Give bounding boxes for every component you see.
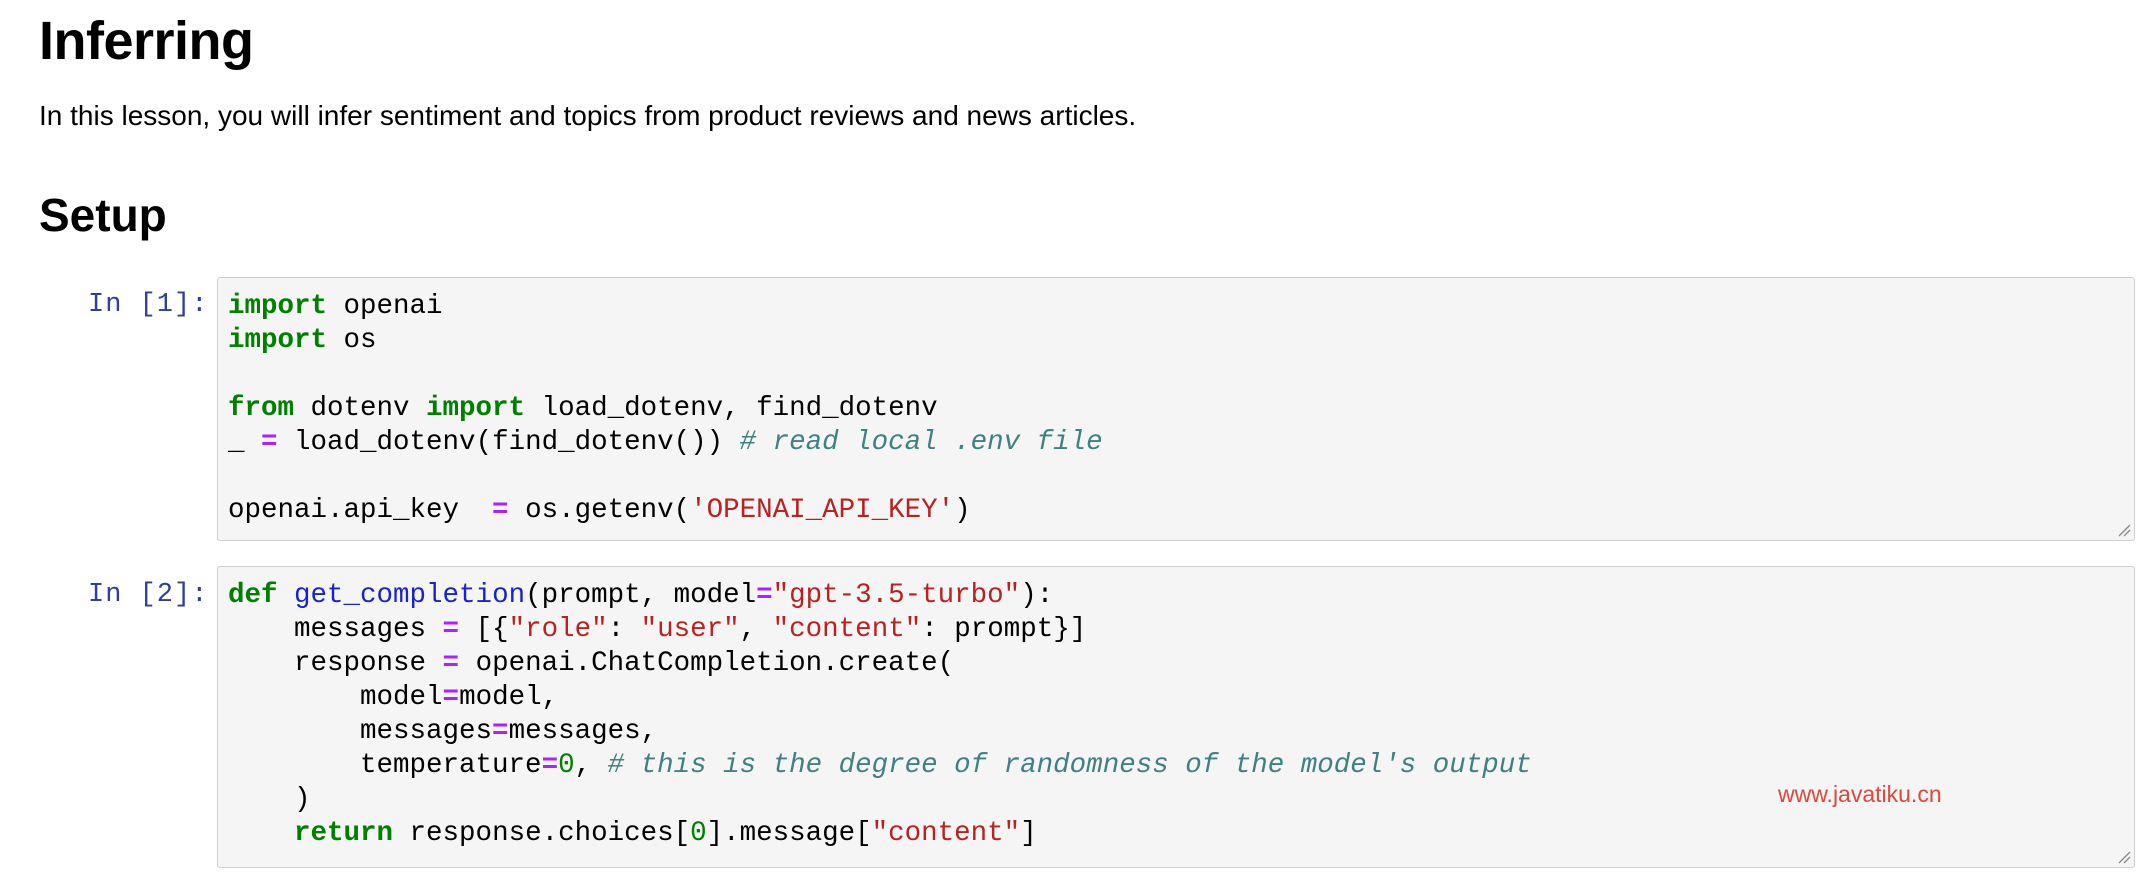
watermark: www.javatiku.cn bbox=[1778, 781, 1942, 807]
code-editor-2[interactable]: def get_completion(prompt, model="gpt-3.… bbox=[228, 579, 1532, 851]
page-title: Inferring bbox=[39, 11, 254, 71]
code-cell-2[interactable]: def get_completion(prompt, model="gpt-3.… bbox=[217, 566, 2135, 868]
code-editor-1[interactable]: import openai import os from dotenv impo… bbox=[228, 290, 1103, 528]
code-line: messages = [{"role": "user", "content": … bbox=[228, 614, 1087, 645]
code-cell-1[interactable]: import openai import os from dotenv impo… bbox=[217, 277, 2135, 541]
section-heading-setup: Setup bbox=[39, 189, 167, 241]
lesson-intro: In this lesson, you will infer sentiment… bbox=[39, 100, 1137, 131]
code-line: import openai bbox=[228, 291, 443, 322]
code-line: _ = load_dotenv(find_dotenv()) # read lo… bbox=[228, 427, 1103, 458]
code-line: response = openai.ChatCompletion.create( bbox=[228, 648, 955, 679]
notebook-page: Inferring In this lesson, you will infer… bbox=[0, 0, 2142, 876]
code-line: temperature=0, # this is the degree of r… bbox=[228, 750, 1532, 781]
code-line: def get_completion(prompt, model="gpt-3.… bbox=[228, 580, 1054, 611]
code-line: import os bbox=[228, 325, 377, 356]
cell-prompt-1: In [1]: bbox=[88, 290, 209, 320]
cell-prompt-2: In [2]: bbox=[88, 580, 209, 610]
code-line: model=model, bbox=[228, 682, 559, 713]
resize-handle-icon[interactable] bbox=[2117, 850, 2131, 864]
code-line: ) bbox=[228, 784, 311, 815]
code-line: messages=messages, bbox=[228, 716, 658, 747]
resize-handle-icon[interactable] bbox=[2117, 523, 2131, 537]
code-line: openai.api_key = os.getenv('OPENAI_API_K… bbox=[228, 495, 971, 526]
code-line: return response.choices[0].message["cont… bbox=[294, 818, 1037, 849]
code-line: from dotenv import load_dotenv, find_dot… bbox=[228, 393, 938, 424]
